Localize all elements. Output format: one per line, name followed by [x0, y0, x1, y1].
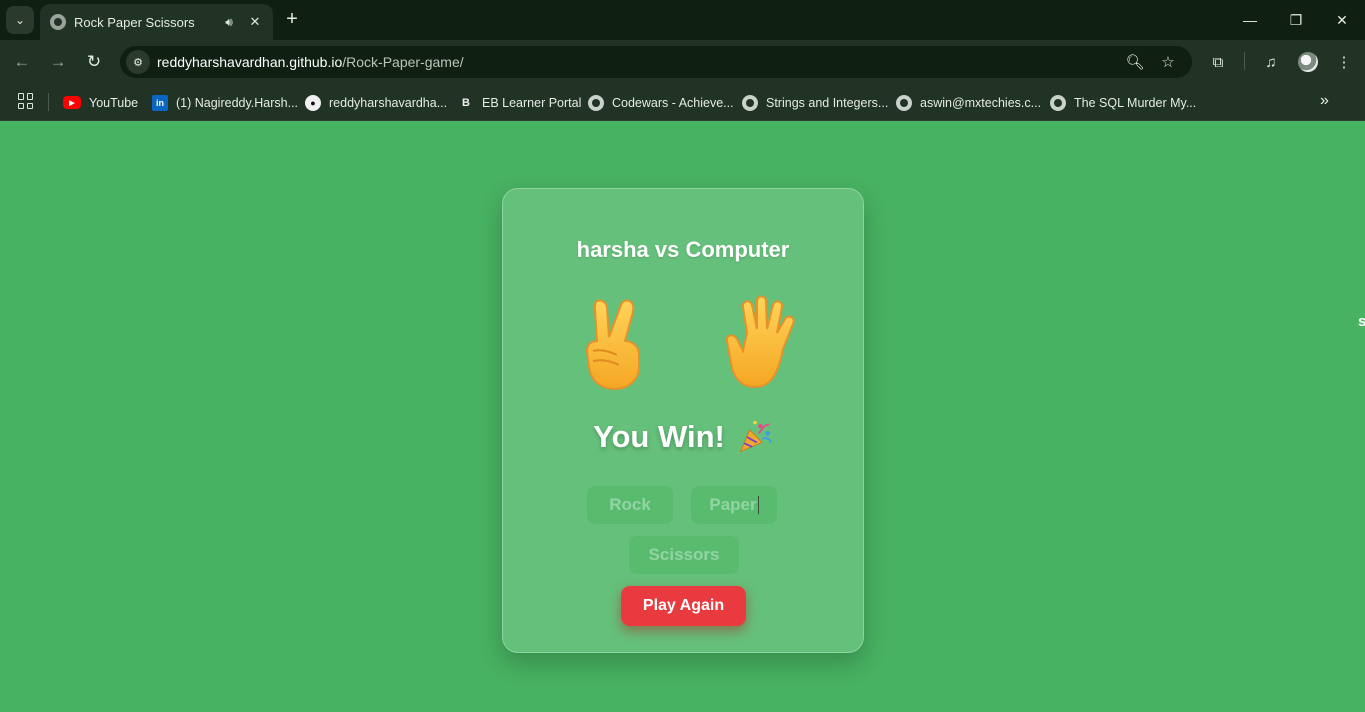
url-text[interactable]: reddyharshavardhan.github.io/Rock-Paper-…: [157, 54, 464, 70]
address-bar[interactable]: ⚙ reddyharshavardhan.github.io/Rock-Pape…: [120, 46, 1192, 78]
close-window-button[interactable]: ✕: [1319, 0, 1365, 40]
speaker-icon[interactable]: 🔊︎: [221, 15, 237, 30]
result-text: You Win!: [593, 419, 725, 454]
text-cursor: [757, 496, 759, 514]
reload-icon: ↻: [86, 52, 102, 71]
bookmark-aswin[interactable]: aswin@mxtechies.c...: [896, 84, 1041, 121]
bookmark-sql-murder[interactable]: The SQL Murder My...: [1050, 84, 1196, 121]
globe-icon: [896, 94, 912, 111]
tab-title: Rock Paper Scissors: [74, 14, 195, 30]
browser-toolbar: ← → ↻ ⚙ reddyharshavardhan.github.io/Roc…: [0, 40, 1365, 84]
bookmark-github[interactable]: ● reddyharshavardha...: [305, 84, 447, 121]
arrow-left-icon: ←: [13, 52, 31, 71]
media-controls-icon[interactable]: ♫: [1259, 50, 1283, 74]
bookmark-codewars[interactable]: Codewars - Achieve...: [588, 84, 734, 121]
eb-icon: B: [462, 96, 470, 109]
restore-button[interactable]: ❐: [1273, 0, 1319, 40]
result-message: You Win!: [503, 419, 863, 455]
tab-strip: ⌄ Rock Paper Scissors 🔊︎ ✕ + — ❐ ✕: [0, 0, 1365, 40]
zoom-icon[interactable]: 🔍︎: [1125, 52, 1145, 72]
game-card: harsha vs Computer You Win! Rock Paper S…: [502, 188, 864, 653]
reload-button[interactable]: ↻: [81, 49, 107, 75]
bookmarks-divider: [48, 93, 49, 111]
paper-button[interactable]: Paper: [691, 486, 777, 524]
minimize-button[interactable]: —: [1227, 0, 1273, 40]
bookmark-strings-integers[interactable]: Strings and Integers...: [742, 84, 888, 121]
scissors-button[interactable]: Scissors: [629, 536, 739, 574]
site-info-icon[interactable]: ⚙: [126, 50, 150, 74]
globe-icon: [1050, 94, 1066, 111]
party-popper-icon: [739, 420, 772, 453]
play-again-button[interactable]: Play Again: [621, 586, 746, 626]
linkedin-icon: in: [152, 94, 168, 111]
close-tab-icon[interactable]: ✕: [247, 14, 263, 30]
clipped-edge-text: s: [1358, 313, 1365, 330]
bookmark-star-icon[interactable]: ☆: [1158, 52, 1178, 72]
bookmark-youtube[interactable]: ▶ YouTube: [63, 84, 138, 121]
back-button[interactable]: ←: [9, 49, 35, 75]
new-tab-button[interactable]: +: [281, 8, 303, 30]
arrow-right-icon: →: [49, 52, 67, 71]
apps-icon[interactable]: [18, 93, 34, 109]
forward-button[interactable]: →: [45, 49, 71, 75]
globe-icon: [742, 94, 758, 111]
globe-icon: [588, 94, 604, 111]
bookmarks-bar: ▶ YouTube in (1) Nagireddy.Harsh... ● reddy…: [0, 84, 1365, 121]
github-icon: ●: [305, 94, 321, 111]
more-bookmarks-icon[interactable]: »: [1320, 92, 1329, 110]
bookmark-linkedin[interactable]: in (1) Nagireddy.Harsh...: [152, 84, 298, 121]
active-tab[interactable]: Rock Paper Scissors 🔊︎ ✕: [40, 4, 273, 40]
youtube-icon: ▶: [63, 96, 81, 109]
chevron-down-icon: ⌄: [14, 13, 26, 27]
globe-icon: [50, 14, 66, 30]
rock-button[interactable]: Rock: [587, 486, 673, 524]
tab-search-button[interactable]: ⌄: [6, 6, 34, 34]
extensions-icon[interactable]: ⧉: [1206, 50, 1230, 74]
raised-hand-icon: [725, 295, 795, 389]
victory-hand-icon: [585, 299, 640, 391]
paper-label: Paper: [709, 495, 757, 514]
profile-avatar[interactable]: [1298, 52, 1318, 72]
menu-icon[interactable]: ⋮: [1332, 50, 1356, 74]
match-heading: harsha vs Computer: [576, 237, 790, 262]
toolbar-divider: [1244, 52, 1245, 70]
bookmark-eb-learner-portal[interactable]: B EB Learner Portal: [458, 84, 581, 121]
